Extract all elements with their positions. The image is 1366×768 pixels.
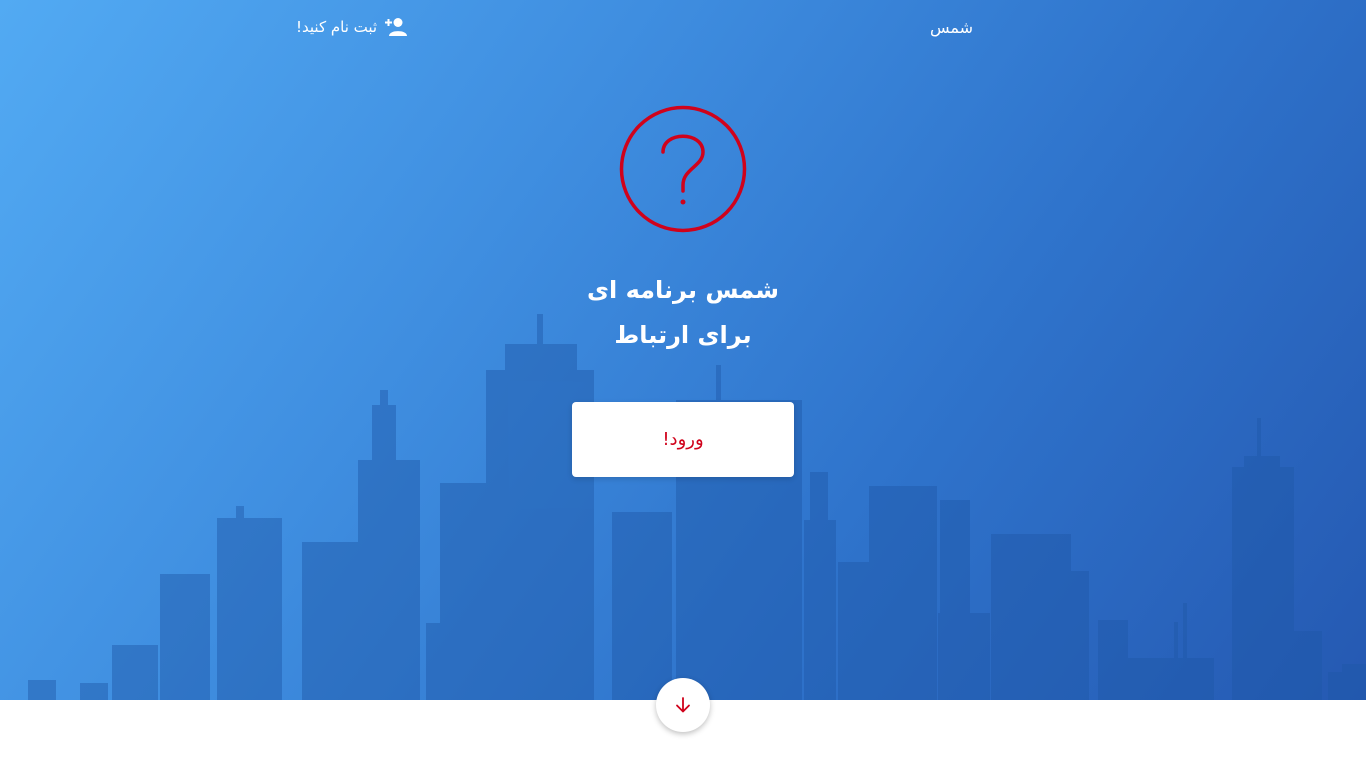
scroll-down-button[interactable]	[656, 678, 710, 732]
arrow-down-icon	[676, 697, 690, 713]
hero-headline-line2: برای ارتباط	[614, 321, 752, 349]
hero-headline-line1: شمس برنامه ای	[587, 276, 779, 304]
signup-label: ثبت نام کنید!	[296, 18, 378, 36]
question-circle-icon	[619, 105, 747, 233]
user-plus-icon	[383, 17, 408, 37]
signup-link[interactable]: ثبت نام کنید!	[296, 17, 408, 37]
login-button[interactable]: ورود!	[572, 402, 794, 477]
hero-section: شمس ثبت نام کنید! شمس برنامه ای برای ارت…	[0, 0, 1366, 700]
brand-name: شمس	[930, 18, 974, 37]
